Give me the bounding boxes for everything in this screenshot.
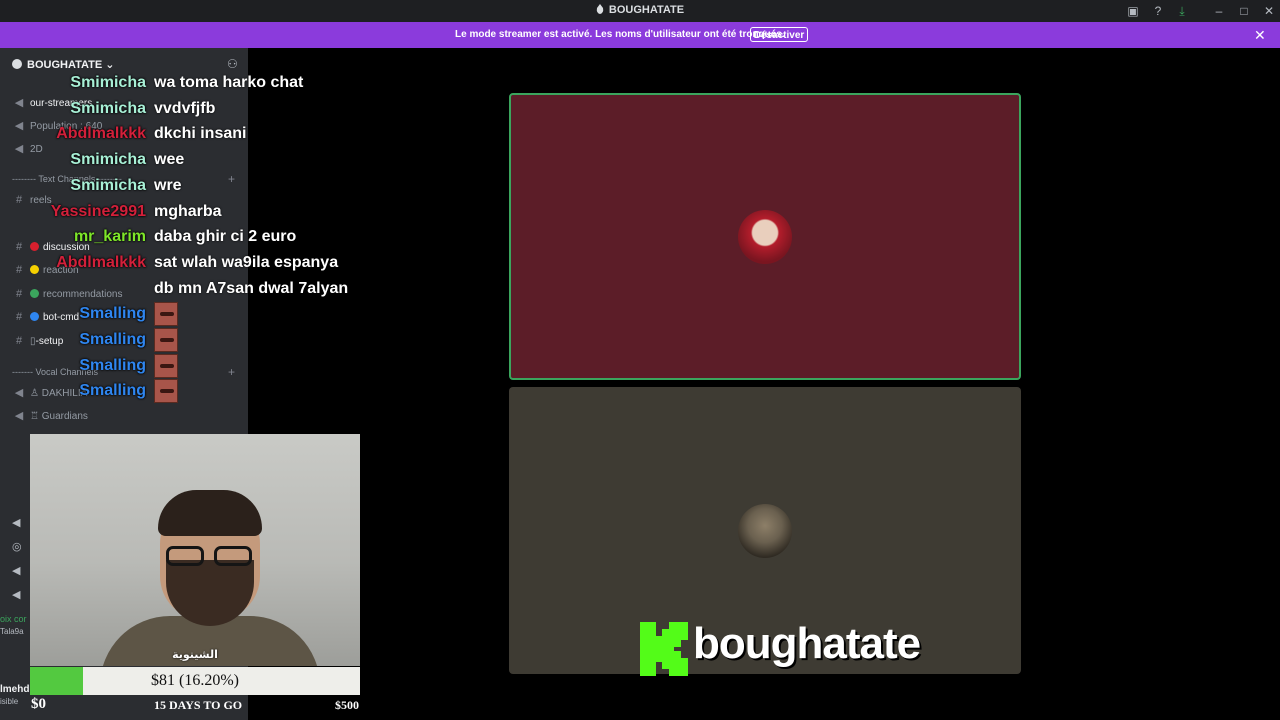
download-icon[interactable]: ⤓: [1174, 3, 1190, 19]
window-title: BOUGHATATE: [0, 4, 1280, 16]
chat-message: Smalling: [0, 379, 420, 406]
participant-avatar: [738, 504, 792, 558]
streamer-mode-banner: Le mode streamer est activé. Les noms d'…: [0, 22, 1280, 48]
chat-text: mgharba: [154, 202, 222, 220]
webcam-person-hair: [158, 490, 262, 536]
chat-username: Smimicha: [70, 151, 146, 169]
screen-share-icon[interactable]: ▣: [1125, 3, 1141, 19]
goal-days-left: 15 DAYS TO GO: [154, 698, 243, 712]
donation-goal-bar: $81 (16.20%): [30, 667, 360, 695]
chat-message: Smalling: [0, 328, 420, 355]
webcam-caption: الشينوية: [172, 648, 218, 661]
goal-amount: $81 (16.20%): [151, 672, 239, 689]
voice-participant-tile-speaking[interactable]: [509, 93, 1021, 380]
chat-text: wee: [154, 151, 185, 169]
chat-message: Abdlmalkkk dkchi insani: [0, 125, 420, 149]
window-title-text: BOUGHATATE: [608, 4, 685, 16]
guard-icon: ♖: [30, 411, 42, 422]
kick-logo-icon: [640, 622, 688, 676]
chat-username: Smalling: [79, 331, 146, 348]
webcam-feed: الشينوية: [30, 434, 360, 666]
chat-username: Yassine2991: [50, 202, 146, 220]
chat-username: Smimicha: [70, 74, 146, 91]
chat-message: Smimicha vvdvfjfb: [0, 100, 420, 124]
chat-message: Abdlmalkkk sat wlah wa9ila espanya: [0, 254, 420, 278]
chat-message: Smalling: [0, 353, 420, 381]
speaker-icon[interactable]: ◀: [12, 564, 20, 577]
status-fragment: isible: [0, 697, 19, 706]
chat-username: Smimicha: [70, 99, 146, 117]
chat-message: Smimicha wee: [0, 151, 420, 175]
chat-username: Abdlmalkkk: [56, 253, 146, 271]
chat-text: wre: [154, 176, 182, 194]
chat-username: Smalling: [79, 356, 146, 374]
speaker-icon: ◀: [14, 410, 24, 422]
channel-guardians[interactable]: ◀ ♖ Guardians: [12, 409, 88, 422]
disable-streamer-mode-button[interactable]: Désactiver: [750, 27, 808, 42]
chat-username: Smalling: [79, 305, 146, 323]
speaker-icon[interactable]: ◀: [12, 588, 20, 601]
kick-channel-name: boughatate: [693, 619, 921, 668]
chat-message: Smimicha wa toma harko chat: [0, 74, 420, 98]
chat-text: db mn A7san dwal 7alyan: [154, 279, 349, 297]
participant-avatar: [738, 210, 792, 264]
emote-icon: [154, 379, 178, 404]
invite-icon[interactable]: ⚇: [227, 57, 238, 71]
chat-message: Smimicha wre: [0, 177, 420, 201]
chat-username: Abdlmalkkk: [56, 125, 146, 143]
title-bar: BOUGHATATE ▣ ? ⤓ – □ ✕: [0, 0, 1280, 22]
goal-max: $500: [335, 698, 359, 712]
chat-username: mr_karim: [73, 228, 146, 246]
voice-connected-fragment: oix cor: [0, 614, 27, 624]
help-icon[interactable]: ?: [1150, 3, 1166, 19]
chat-message: db mn A7san dwal 7alyan: [0, 280, 420, 304]
server-name: BOUGHATATE: [27, 59, 103, 71]
server-icon: [12, 59, 22, 69]
chat-text: dkchi insani: [154, 125, 247, 143]
chat-text: vvdvfjfb: [154, 99, 216, 117]
channel-fragment: Tala9a: [0, 627, 24, 636]
chat-text: wa toma harko chat: [154, 74, 304, 91]
goal-min: $0: [31, 696, 46, 712]
emote-icon: [154, 328, 178, 352]
emote-icon: [154, 302, 178, 327]
chat-text: sat wlah wa9ila espanya: [154, 253, 339, 271]
channel-label: Guardians: [41, 411, 88, 422]
banner-message: Le mode streamer est activé. Les noms d'…: [455, 29, 785, 40]
close-banner-icon[interactable]: ✕: [1254, 27, 1266, 44]
close-window-icon[interactable]: ✕: [1261, 3, 1277, 19]
chevron-down-icon: ⌄: [105, 59, 115, 71]
maximize-icon[interactable]: □: [1236, 3, 1252, 19]
username-fragment: lmehd: [0, 684, 30, 695]
chat-message: Yassine2991 mgharba: [0, 203, 420, 227]
chat-message: Smalling: [0, 302, 420, 329]
chat-username: Smalling: [79, 382, 146, 400]
emote-icon: [154, 353, 178, 378]
chat-text: daba ghir ci 2 euro: [154, 228, 297, 246]
webcam-glasses: [164, 546, 258, 568]
voice-icon[interactable]: ◀: [12, 516, 20, 529]
broadcast-icon[interactable]: ◎: [12, 540, 22, 553]
minimize-icon[interactable]: –: [1211, 3, 1227, 19]
chat-message: mr_karim daba ghir ci 2 euro: [0, 228, 420, 252]
server-logo-icon: [596, 4, 604, 14]
chat-username: Smimicha: [70, 176, 146, 194]
server-header[interactable]: BOUGHATATE ⌄: [12, 58, 114, 71]
